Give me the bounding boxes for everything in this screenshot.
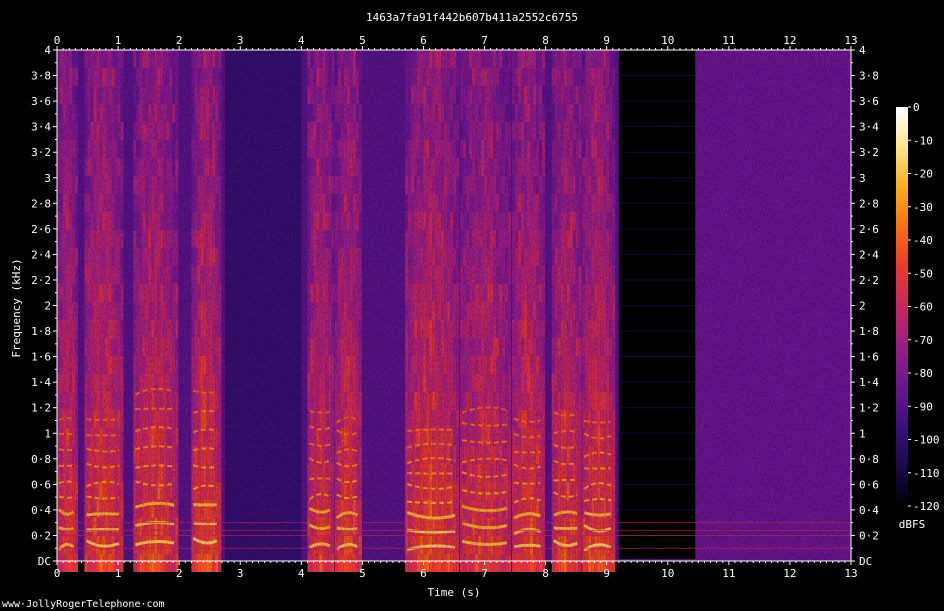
y-tick-label: 1·6 xyxy=(31,351,51,364)
y-tick-label: 3·4 xyxy=(859,121,879,134)
y-tick-label: 0·6 xyxy=(859,478,879,491)
x-tick-label: 0 xyxy=(54,567,61,580)
y-tick-label: 1·4 xyxy=(859,376,879,389)
y-tick-label: 2·6 xyxy=(859,223,879,236)
x-tick-label: 13 xyxy=(844,34,857,47)
x-tick-label: 2 xyxy=(176,34,183,47)
x-tick-label: 5 xyxy=(359,567,366,580)
y-tick-label: 1 xyxy=(859,427,866,440)
x-tick-label: 4 xyxy=(298,567,305,580)
y-tick-label: 1·4 xyxy=(31,376,51,389)
colorbar-tick-label: -110 xyxy=(913,467,940,480)
x-tick-label: 6 xyxy=(420,34,427,47)
y-tick-label: 1·8 xyxy=(859,325,879,338)
x-tick-label: 12 xyxy=(783,34,796,47)
colorbar-tick-label: -10 xyxy=(913,134,933,147)
x-tick-label: 7 xyxy=(481,567,488,580)
x-tick-label: 3 xyxy=(237,567,244,580)
y-tick-label: DC xyxy=(38,555,51,568)
y-tick-label: 2·8 xyxy=(859,197,879,210)
y-tick-label: 2 xyxy=(859,300,866,313)
x-tick-label: 8 xyxy=(542,567,549,580)
y-tick-label: 0·2 xyxy=(31,529,51,542)
colorbar-tick-label: -80 xyxy=(913,367,933,380)
y-tick-label: 3·4 xyxy=(31,121,51,134)
watermark-text: www·JollyRogerTelephone·com xyxy=(2,599,165,610)
x-tick-label: 10 xyxy=(661,567,674,580)
y-tick-label: 3·8 xyxy=(31,70,51,83)
y-tick-label: 4 xyxy=(859,44,866,57)
y-tick-label: 1·2 xyxy=(859,402,879,415)
x-tick-label: 13 xyxy=(844,567,857,580)
x-tick-label: 7 xyxy=(481,34,488,47)
y-tick-label: 0·6 xyxy=(31,478,51,491)
x-axis-top: 0 1 2 3 4 5 6 7 8 9 10 11 12 13 xyxy=(54,34,858,50)
y-tick-label: 2·2 xyxy=(31,274,51,287)
x-tick-label: 9 xyxy=(603,567,610,580)
x-tick-label: 6 xyxy=(420,567,427,580)
y-tick-label: 3 xyxy=(859,172,866,185)
chart-title: 1463a7fa91f442b607b411a2552c6755 xyxy=(366,11,578,24)
y-tick-label: 2·2 xyxy=(859,274,879,287)
x-axis-label: Time (s) xyxy=(428,586,481,599)
colorbar-tick-label: 0 xyxy=(913,101,920,114)
y-tick-label: 2·4 xyxy=(859,248,879,261)
x-tick-label: 1 xyxy=(115,34,122,47)
y-tick-label: 3·2 xyxy=(31,146,51,159)
colorbar-tick-label: -90 xyxy=(913,400,933,413)
x-tick-label: 3 xyxy=(237,34,244,47)
colorbar-tick-label: -120 xyxy=(913,500,940,513)
colorbar-tick-label: -70 xyxy=(913,334,933,347)
y-tick-label: 2 xyxy=(44,300,51,313)
plot-area xyxy=(56,49,852,572)
y-axis-label: Frequency (kHz) xyxy=(10,258,23,357)
colorbar-tick-label: -50 xyxy=(913,267,933,280)
x-tick-label: 0 xyxy=(54,34,61,47)
colorbar-label: dBFS xyxy=(899,518,926,531)
colorbar: 0 -10 -20 -30 -40 -50 -60 -70 -80 -90 -100 -110 -120… xyxy=(896,101,940,531)
y-tick-label: 0·4 xyxy=(859,504,879,517)
y-tick-label: 0·2 xyxy=(859,529,879,542)
spectrogram-figure: 1463a7fa91f442b607b411a2552c6755 0123456… xyxy=(2,11,940,610)
x-tick-label: 12 xyxy=(783,567,796,580)
x-tick-label: 2 xyxy=(176,567,183,580)
y-tick-label: 2·4 xyxy=(31,248,51,261)
colorbar-tick-label: -60 xyxy=(913,301,933,314)
x-tick-label: 8 xyxy=(542,34,549,47)
y-tick-label: 4 xyxy=(44,44,51,57)
x-tick-label: 11 xyxy=(722,34,735,47)
x-tick-label: 4 xyxy=(298,34,305,47)
y-tick-label: 0·8 xyxy=(859,453,879,466)
colorbar-ticks: 0 -10 -20 -30 -40 -50 -60 -70 -80 -90 -100 -110 -120 xyxy=(908,101,940,513)
y-tick-label: 1·2 xyxy=(31,402,51,415)
x-tick-label: 11 xyxy=(722,567,735,580)
x-tick-label: 1 xyxy=(115,567,122,580)
y-tick-label: 3 xyxy=(44,172,51,185)
y-tick-label: DC xyxy=(859,555,872,568)
y-tick-label: 0·8 xyxy=(31,453,51,466)
y-tick-label: 3·6 xyxy=(31,95,51,108)
y-tick-label: 3·8 xyxy=(859,70,879,83)
y-tick-label: 2·8 xyxy=(31,197,51,210)
y-tick-label: 3·6 xyxy=(859,95,879,108)
y-axis-left: DC 0·2 0·4 0·6 0·8 1 1·2 1·4 1·6 1·8 2 2·2 2·4 2·6 2·8… xyxy=(31,44,57,568)
noise-texture xyxy=(57,50,851,561)
colorbar-gradient xyxy=(896,107,908,506)
colorbar-tick-label: -20 xyxy=(913,168,933,181)
y-tick-label: 1·8 xyxy=(31,325,51,338)
x-tick-label: 10 xyxy=(661,34,674,47)
colorbar-tick-label: -30 xyxy=(913,201,933,214)
y-tick-label: 1·6 xyxy=(859,351,879,364)
colorbar-tick-label: -40 xyxy=(913,234,933,247)
y-tick-label: 0·4 xyxy=(31,504,51,517)
y-tick-label: 1 xyxy=(44,427,51,440)
y-tick-label: 2·6 xyxy=(31,223,51,236)
y-tick-label: 3·2 xyxy=(859,146,879,159)
colorbar-tick-label: -100 xyxy=(913,434,940,447)
y-axis-right: DC 0·2 0·4 0·6 0·8 1 1·2 1·4 1·6 1·8 2 2·2 2·4 2·6 2·8… xyxy=(851,44,879,568)
x-tick-label: 5 xyxy=(359,34,366,47)
x-tick-label: 9 xyxy=(603,34,610,47)
